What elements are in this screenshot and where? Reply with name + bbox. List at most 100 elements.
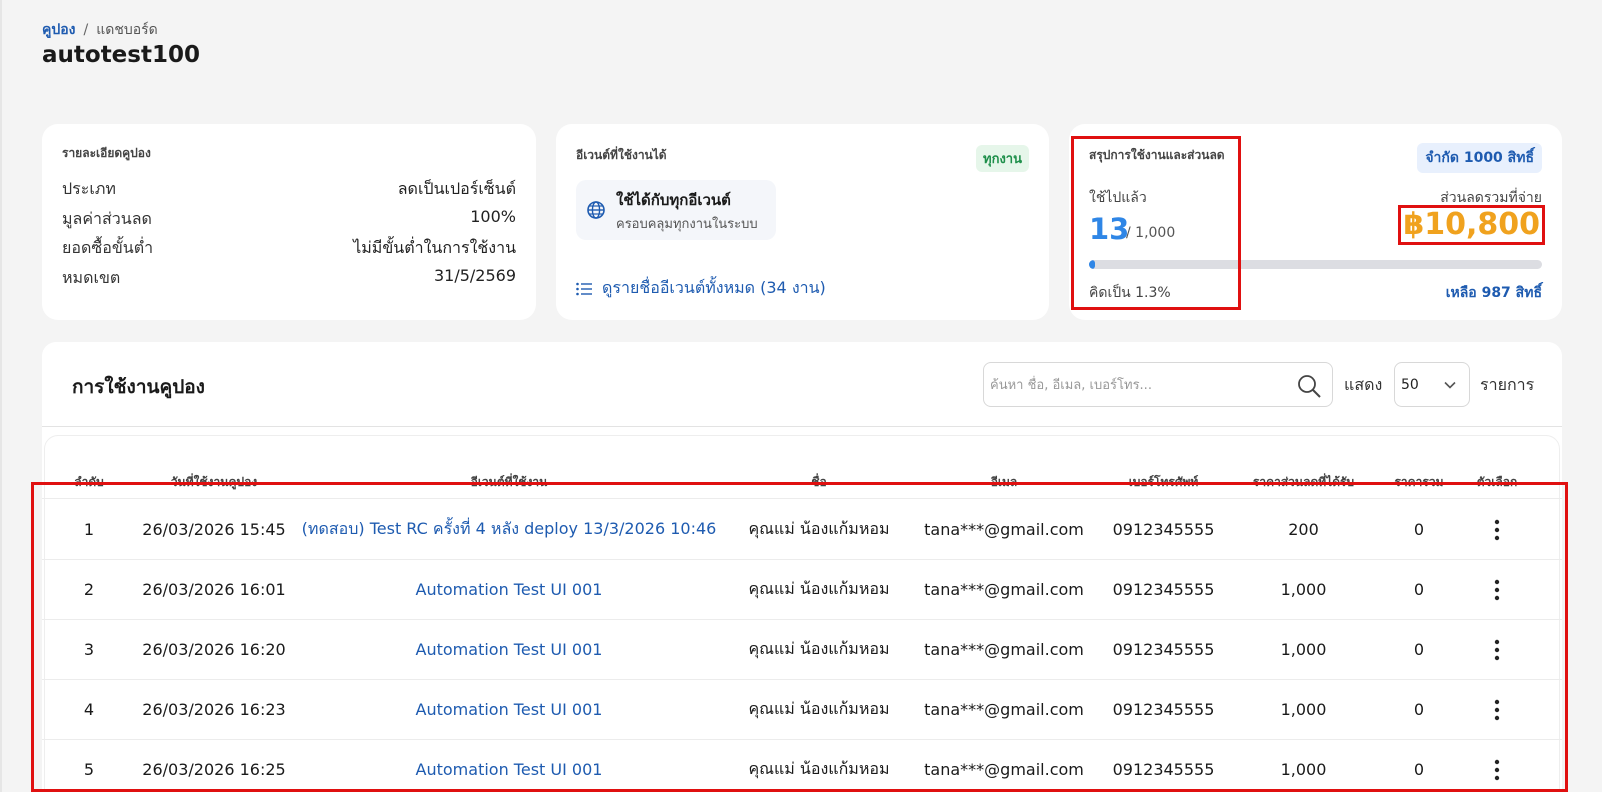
row-date: 26/03/2026 16:20 [142, 640, 286, 659]
search-input[interactable] [990, 371, 1280, 399]
row-date: 26/03/2026 16:25 [142, 760, 286, 779]
row-email: tana***@gmail.com [924, 640, 1084, 659]
usage-summary-card: สรุปการใช้งานและส่วนลด จำกัด 1000 สิทธิ์… [1069, 124, 1562, 320]
page-title: autotest100 [42, 42, 200, 68]
row-number: 3 [83, 640, 95, 659]
row-number: 5 [83, 760, 95, 779]
row-total: 0 [1413, 700, 1425, 719]
detail-label: หมดเขต [62, 268, 121, 287]
usage-percent-text: คิดเป็น 1.3% [1089, 285, 1171, 301]
used-total: / 1,000 [1126, 225, 1176, 241]
column-header-event[interactable]: อีเวนต์ที่ใช้งาน [292, 469, 726, 498]
all-events-badge: ทุกงาน [976, 145, 1029, 172]
row-date: 26/03/2026 16:01 [142, 580, 286, 599]
remaining-quota-text: เหลือ 987 สิทธิ์ [1445, 285, 1542, 301]
detail-label: ประเภท [62, 179, 116, 198]
row-email: tana***@gmail.com [924, 700, 1084, 719]
row-event-link[interactable]: Automation Test UI 001 [292, 700, 726, 719]
limit-badge: จำกัด 1000 สิทธิ์ [1417, 143, 1542, 173]
row-total: 0 [1413, 580, 1425, 599]
column-header-total[interactable]: ราคารวม [1376, 469, 1462, 498]
row-event-link[interactable]: Automation Test UI 001 [292, 640, 726, 659]
coupon-details-title: รายละเอียดคูปอง [62, 146, 151, 160]
row-options-button[interactable] [1462, 699, 1532, 721]
detail-row-minimum-purchase: ยอดซื้อขั้นต่ำ ไม่มีขั้นต่ำในการใช้งาน [62, 236, 516, 261]
usage-progress-fill [1089, 260, 1095, 269]
row-options-button[interactable] [1462, 519, 1532, 541]
row-number: 1 [83, 520, 95, 539]
row-phone: 0912345555 [1112, 580, 1215, 599]
search-box [983, 362, 1333, 407]
row-name: คุณแม่ น้องแก้มหอม [748, 699, 890, 718]
chevron-down-icon [1444, 381, 1456, 389]
page-size-value: 50 [1401, 377, 1419, 393]
column-header-name[interactable]: ชื่อ [726, 469, 912, 498]
table-row: 4 26/03/2026 16:23 Automation Test UI 00… [42, 680, 1562, 740]
row-discount: 1,000 [1280, 580, 1327, 599]
breadcrumb-current: แดชบอร์ด [96, 22, 158, 38]
row-event-link[interactable]: (ทดสอบ) Test RC ครั้งที่ 4 หลัง deploy 1… [292, 517, 726, 542]
more-vertical-icon [1494, 519, 1500, 540]
breadcrumb-separator: / [83, 22, 89, 38]
row-options-button[interactable] [1462, 579, 1532, 601]
globe-icon [587, 201, 605, 219]
column-header-phone[interactable]: เบอร์โทรศัพท์ [1096, 469, 1231, 498]
search-icon[interactable] [1296, 373, 1322, 399]
column-header-discount[interactable]: ราคาส่วนลดที่ได้รับ [1231, 469, 1376, 498]
events-card-title: อีเวนต์ที่ใช้งานได้ [576, 148, 667, 162]
row-event-link[interactable]: Automation Test UI 001 [292, 760, 726, 779]
more-vertical-icon [1494, 579, 1500, 600]
coupon-details-card: รายละเอียดคูปอง ประเภท ลดเป็นเปอร์เซ็นต์… [42, 124, 536, 320]
row-phone: 0912345555 [1112, 760, 1215, 779]
detail-value: 100% [470, 207, 516, 226]
table-row: 2 26/03/2026 16:01 Automation Test UI 00… [42, 560, 1562, 620]
detail-value: ลดเป็นเปอร์เซ็นต์ [397, 179, 516, 198]
row-options-button[interactable] [1462, 639, 1532, 661]
detail-row-expiry: หมดเขต 31/5/2569 [62, 266, 516, 291]
row-total: 0 [1413, 640, 1425, 659]
row-number: 2 [83, 580, 95, 599]
table-row: 1 26/03/2026 15:45 (ทดสอบ) Test RC ครั้ง… [42, 500, 1562, 560]
row-discount: 1,000 [1280, 760, 1327, 779]
row-event-link[interactable]: Automation Test UI 001 [292, 580, 726, 599]
table-header: ลำดับ วันที่ใช้งานคูปอง อีเวนต์ที่ใช้งาน… [42, 469, 1562, 499]
all-events-title: ใช้ได้กับทุกอีเวนต์ [616, 191, 731, 209]
more-vertical-icon [1494, 759, 1500, 780]
row-name: คุณแม่ น้องแก้มหอม [748, 639, 890, 658]
row-total: 0 [1413, 520, 1425, 539]
more-vertical-icon [1494, 639, 1500, 660]
view-all-events-label: ดูรายชื่ออีเวนต์ทั้งหมด (34 งาน) [602, 278, 826, 297]
show-label: แสดง [1344, 375, 1383, 394]
usage-summary-title: สรุปการใช้งานและส่วนลด [1089, 148, 1225, 162]
view-all-events-link[interactable]: ดูรายชื่ออีเวนต์ทั้งหมด (34 งาน) [576, 276, 826, 301]
row-options-button[interactable] [1462, 759, 1532, 781]
row-date: 26/03/2026 15:45 [142, 520, 286, 539]
row-date: 26/03/2026 16:23 [142, 700, 286, 719]
total-discount-label: ส่วนลดรวมที่จ่าย [1440, 190, 1542, 206]
row-phone: 0912345555 [1112, 700, 1215, 719]
row-total: 0 [1413, 760, 1425, 779]
column-header-date[interactable]: วันที่ใช้งานคูปอง [136, 469, 292, 498]
more-vertical-icon [1494, 699, 1500, 720]
table-row: 5 26/03/2026 16:25 Automation Test UI 00… [42, 740, 1562, 792]
table-row: 3 26/03/2026 16:20 Automation Test UI 00… [42, 620, 1562, 680]
column-header-email[interactable]: อีเมล [912, 469, 1096, 498]
column-header-options: ตัวเลือก [1476, 475, 1518, 489]
column-header-number[interactable]: ลำดับ [42, 469, 136, 498]
detail-row-discount-value: มูลค่าส่วนลด 100% [62, 207, 516, 232]
page-size-select[interactable]: 50 [1394, 362, 1470, 407]
row-phone: 0912345555 [1112, 520, 1215, 539]
breadcrumb-coupons-link[interactable]: คูปอง [42, 19, 76, 41]
detail-value: ไม่มีขั้นต่ำในการใช้งาน [353, 238, 516, 257]
row-email: tana***@gmail.com [924, 520, 1084, 539]
list-icon [576, 282, 592, 295]
row-number: 4 [83, 700, 95, 719]
row-name: คุณแม่ น้องแก้มหอม [748, 519, 890, 538]
row-phone: 0912345555 [1112, 640, 1215, 659]
row-discount: 200 [1288, 520, 1319, 539]
row-name: คุณแม่ น้องแก้มหอม [748, 759, 890, 778]
row-email: tana***@gmail.com [924, 580, 1084, 599]
window-left-border [0, 0, 2, 792]
detail-label: มูลค่าส่วนลด [62, 209, 152, 228]
row-discount: 1,000 [1280, 640, 1327, 659]
